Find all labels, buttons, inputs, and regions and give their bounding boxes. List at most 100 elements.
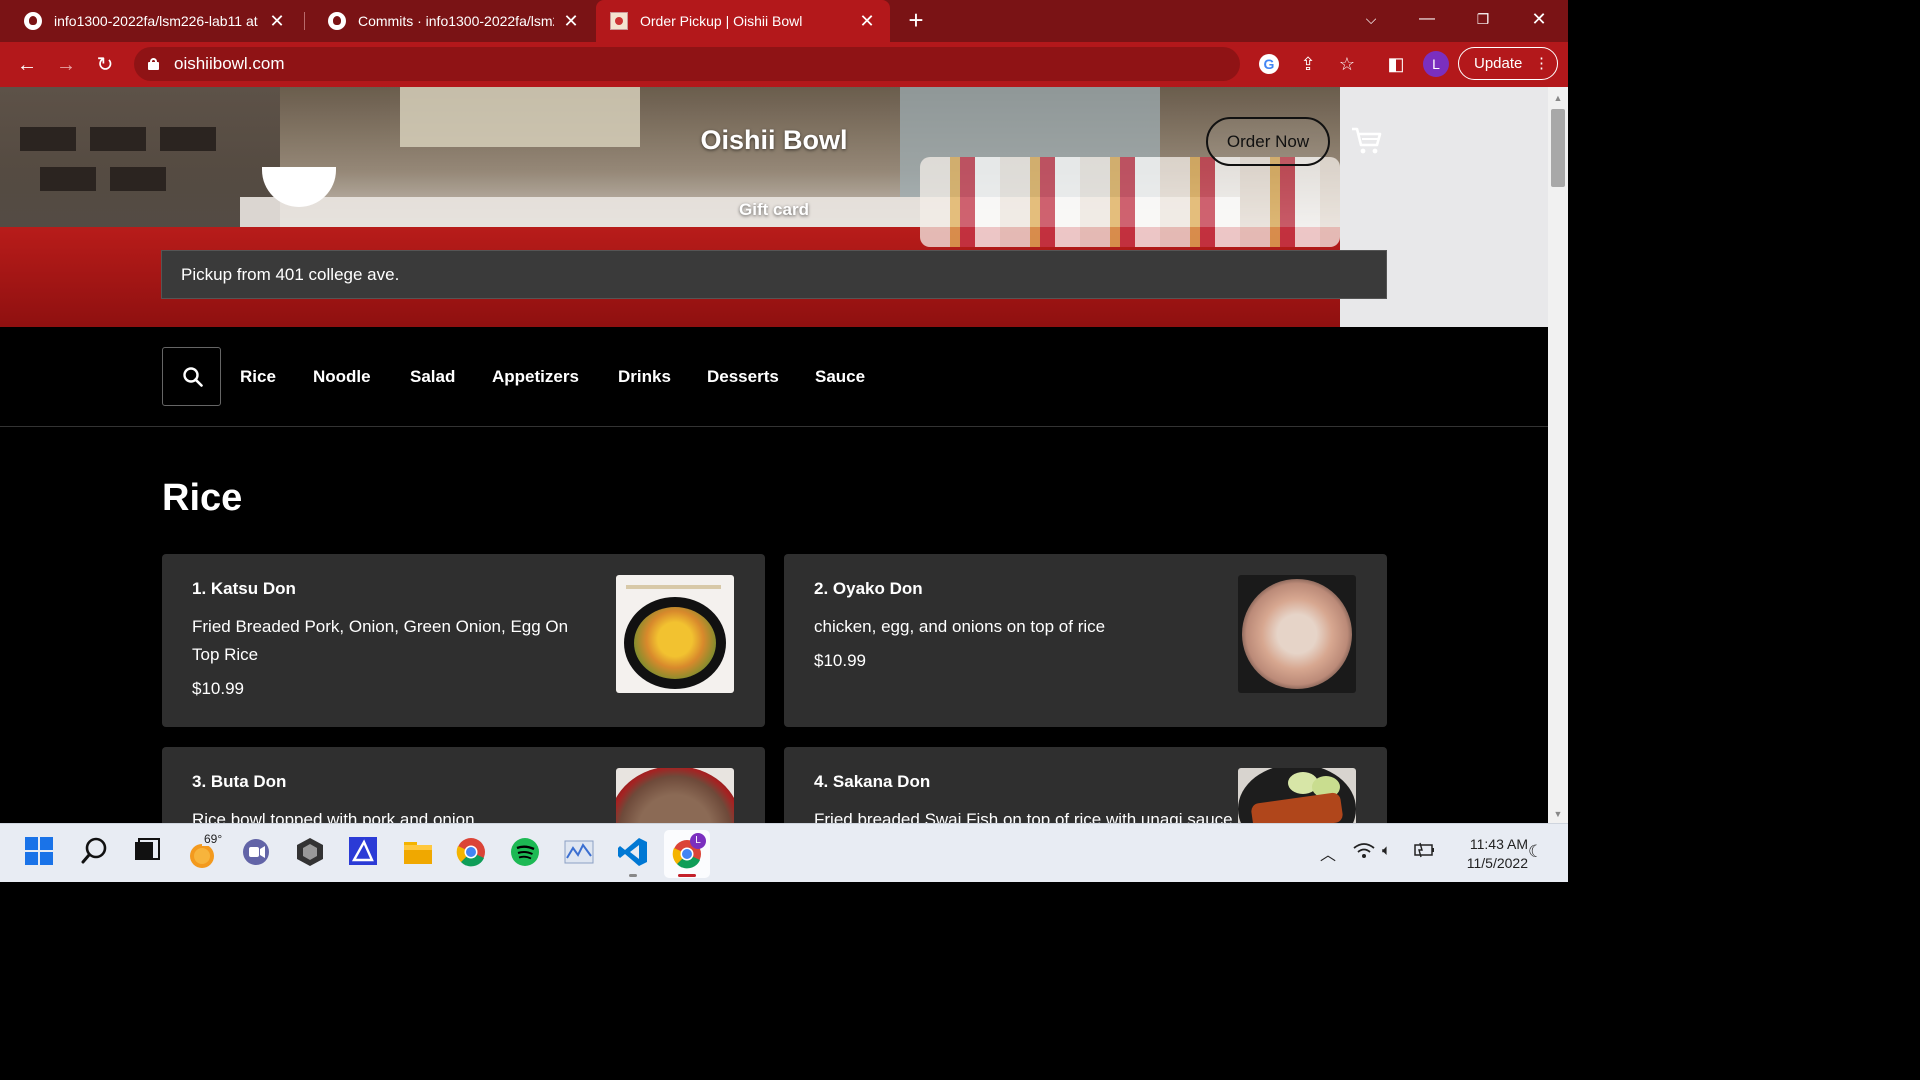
weather-icon[interactable]: 69° xyxy=(186,832,225,870)
tab-github-commits[interactable]: Commits · info1300-2022fa/lsm2 ✕ xyxy=(304,0,594,42)
system-clock[interactable]: 11:43 AM 11/5/2022 xyxy=(1446,835,1528,873)
category-rice[interactable]: Rice xyxy=(240,367,276,387)
clock-date: 11/5/2022 xyxy=(1466,855,1528,871)
menu-item-description: Fried Breaded Pork, Onion, Green Onion, … xyxy=(192,617,569,664)
notifications-moon-icon[interactable]: ☾ xyxy=(1528,842,1543,862)
running-indicator xyxy=(629,874,637,877)
menu-item-price: $10.99 xyxy=(814,651,866,670)
hero-photo-detail xyxy=(90,127,146,151)
menu-item-photo xyxy=(616,768,734,823)
chrome-profile-icon[interactable]: L xyxy=(664,830,710,878)
search-icon[interactable] xyxy=(80,836,114,870)
close-window-button[interactable]: ✕ xyxy=(1511,0,1567,38)
menu-item-card[interactable]: 2. Oyako Don chicken, egg, and onions on… xyxy=(784,554,1387,727)
volume-icon[interactable]: 🔈︎ xyxy=(1382,842,1391,859)
activity-monitor-icon[interactable] xyxy=(563,836,597,870)
category-nav: Rice Noodle Salad Appetizers Drinks Dess… xyxy=(0,327,1548,427)
restore-button[interactable]: ❐ xyxy=(1455,0,1511,38)
menu-item-card[interactable]: 3. Buta Don Rice bowl topped with pork a… xyxy=(162,747,765,823)
address-bar[interactable]: oishiibowl.com xyxy=(134,47,1240,81)
menu-item-price: $10.99 xyxy=(192,679,244,698)
category-desserts[interactable]: Desserts xyxy=(707,367,779,387)
visual-studio-icon[interactable] xyxy=(348,836,382,870)
task-view-icon[interactable] xyxy=(132,836,166,870)
site-brand[interactable]: Oishii Bowl xyxy=(600,125,948,156)
update-label: Update xyxy=(1474,55,1523,72)
chopsticks xyxy=(626,585,721,589)
oyako-don-food xyxy=(1242,579,1352,689)
forward-button[interactable]: → xyxy=(51,50,81,80)
page-scrollbar[interactable]: ▲ ▼ xyxy=(1548,87,1568,823)
clock-time: 11:43 AM xyxy=(1469,836,1528,852)
buta-don-food xyxy=(616,768,734,823)
pickup-location-bar[interactable]: Pickup from 401 college ave. xyxy=(161,250,1387,299)
tab-oishii-bowl[interactable]: Order Pickup | Oishii Bowl ✕ xyxy=(596,0,890,42)
hero-photo-detail xyxy=(160,127,216,151)
close-icon[interactable]: ✕ xyxy=(268,11,286,32)
github-icon xyxy=(328,12,346,30)
category-noodle[interactable]: Noodle xyxy=(313,367,371,387)
lock-icon[interactable] xyxy=(148,58,159,70)
back-button[interactable]: ← xyxy=(12,50,42,80)
more-vert-icon: ⋮ xyxy=(1534,55,1549,72)
windows-taskbar: 69° L ︿ 🔈︎ 11:43 AM 11/5/2022 ☾ xyxy=(0,823,1568,882)
side-panel-icon[interactable]: ◧ xyxy=(1382,50,1410,78)
wifi-icon[interactable] xyxy=(1353,842,1375,864)
unity-icon[interactable] xyxy=(294,836,328,870)
category-salad[interactable]: Salad xyxy=(410,367,455,387)
tab-github-lab11[interactable]: info1300-2022fa/lsm226-lab11 at ✕ xyxy=(0,0,300,42)
hero-banner: Oishii Bowl Gift card Order Now Pickup f… xyxy=(0,87,1548,327)
scroll-thumb[interactable] xyxy=(1551,109,1565,187)
hero-photo-detail xyxy=(40,167,96,191)
battery-icon[interactable] xyxy=(1412,842,1436,862)
windows-start-icon[interactable] xyxy=(24,836,58,870)
bookmark-star-icon[interactable]: ☆ xyxy=(1333,50,1361,78)
menu-search-button[interactable] xyxy=(162,347,221,406)
chrome-icon[interactable] xyxy=(455,836,489,870)
teams-chat-icon[interactable] xyxy=(240,836,274,870)
hero-photo-detail xyxy=(20,127,76,151)
tab-title: Commits · info1300-2022fa/lsm2 xyxy=(358,13,554,29)
browser-toolbar: ← → ↻ oishiibowl.com G ⇪ ☆ ◧ L Update ⋮ xyxy=(0,42,1568,87)
reload-button[interactable]: ↻ xyxy=(90,50,120,80)
menu-item-card[interactable]: 4. Sakana Don Fried breaded Swai Fish on… xyxy=(784,747,1387,823)
menu-item-description: chicken, egg, and onions on top of rice xyxy=(814,617,1106,636)
oishii-favicon-icon xyxy=(610,12,628,30)
tab-title: Order Pickup | Oishii Bowl xyxy=(640,13,803,29)
update-button[interactable]: Update ⋮ xyxy=(1458,47,1558,80)
katsu-don-food xyxy=(634,607,716,679)
file-explorer-icon[interactable] xyxy=(402,836,436,870)
new-tab-button[interactable]: + xyxy=(902,6,930,34)
url-text[interactable]: oishiibowl.com xyxy=(174,54,285,74)
scroll-down-arrow-icon[interactable]: ▼ xyxy=(1553,809,1563,819)
section-title: Rice xyxy=(162,477,243,519)
menu-item-name: 1. Katsu Don xyxy=(192,579,296,598)
tab-search-chevron-icon[interactable]: ⌵ xyxy=(1343,0,1399,38)
menu-item-description: Fried breaded Swai Fish on top of rice w… xyxy=(814,810,1233,823)
minimize-button[interactable]: — xyxy=(1399,0,1455,38)
category-sauce[interactable]: Sauce xyxy=(815,367,865,387)
share-icon[interactable]: ⇪ xyxy=(1294,50,1322,78)
cart-icon[interactable] xyxy=(1350,125,1382,155)
category-appetizers[interactable]: Appetizers xyxy=(492,367,579,387)
order-now-button[interactable]: Order Now xyxy=(1206,117,1330,166)
category-drinks[interactable]: Drinks xyxy=(618,367,671,387)
menu-item-photo xyxy=(616,575,734,693)
scroll-up-arrow-icon[interactable]: ▲ xyxy=(1553,93,1563,103)
menu-item-description: Rice bowl topped with pork and onion xyxy=(192,810,475,823)
menu-item-name: 3. Buta Don xyxy=(192,772,287,791)
close-icon[interactable]: ✕ xyxy=(858,11,876,32)
search-icon xyxy=(183,367,203,387)
weather-temperature: 69° xyxy=(202,832,225,846)
page-viewport: Oishii Bowl Gift card Order Now Pickup f… xyxy=(0,87,1548,823)
vscode-icon[interactable] xyxy=(617,836,651,877)
close-icon[interactable]: ✕ xyxy=(562,11,580,32)
gift-card-link[interactable]: Gift card xyxy=(674,200,874,220)
chrome-profile-badge: L xyxy=(690,833,706,849)
show-hidden-icons-chevron-icon[interactable]: ︿ xyxy=(1320,841,1336,865)
spotify-icon[interactable] xyxy=(509,836,543,870)
google-lens-icon[interactable]: G xyxy=(1259,54,1279,74)
menu-item-card[interactable]: 1. Katsu Don Fried Breaded Pork, Onion, … xyxy=(162,554,765,727)
hero-photo-detail xyxy=(110,167,166,191)
profile-avatar[interactable]: L xyxy=(1423,51,1449,77)
